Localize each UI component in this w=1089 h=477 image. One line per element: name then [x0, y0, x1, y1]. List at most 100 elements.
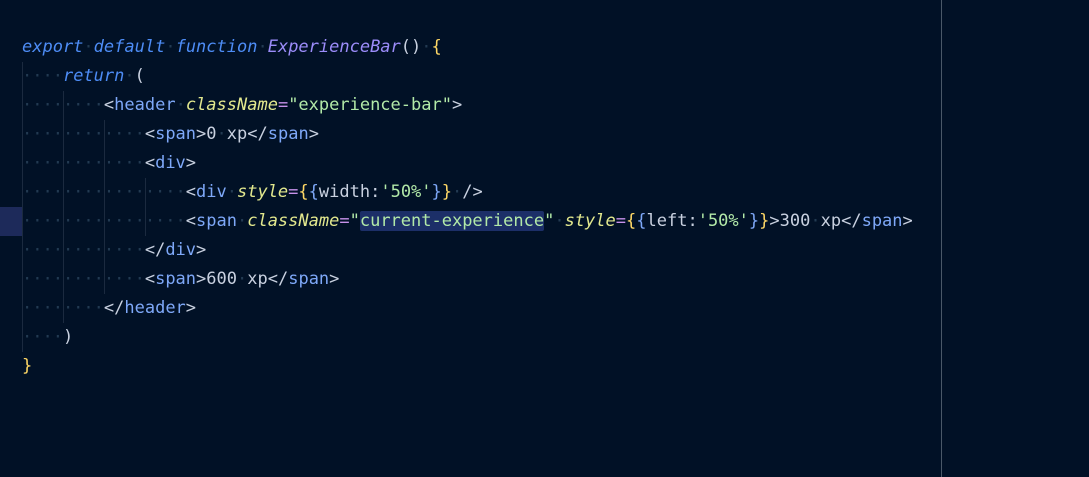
code-token: header	[114, 95, 176, 115]
code-token: </	[247, 124, 268, 144]
code-line[interactable]: export·default·function·ExperienceBar()·…	[0, 33, 1089, 62]
code-line[interactable]: ················<div·style={{width:'50%'…	[0, 178, 1089, 207]
code-token: div	[165, 240, 197, 260]
code-token: >	[451, 95, 463, 115]
code-token: {	[298, 182, 309, 202]
code-token: span	[288, 269, 330, 289]
code-text: ············</div>	[22, 236, 206, 265]
code-text: }	[22, 352, 32, 381]
code-token: ·	[421, 37, 432, 57]
code-token: ()	[400, 37, 422, 57]
code-token: function	[175, 37, 258, 57]
current-line-marker	[0, 207, 22, 236]
code-token: ·	[124, 66, 135, 86]
code-token: >	[308, 124, 319, 144]
code-token: ·	[226, 182, 237, 202]
code-token: =	[288, 182, 299, 202]
selected-text: current-experience	[359, 211, 545, 231]
code-text: ····return·(	[22, 62, 145, 91]
code-token: ·	[216, 124, 227, 144]
code-token: ·	[236, 211, 248, 231]
code-token: (	[134, 66, 145, 86]
code-token: ····	[22, 327, 63, 347]
code-token: }	[22, 356, 33, 376]
code-text: ····)	[22, 323, 73, 352]
code-text: ············<span>0·xp</span>	[22, 120, 319, 149]
code-token: '50%'	[380, 182, 432, 202]
code-text: ················<div·style={{width:'50%'…	[22, 178, 483, 207]
code-token: <	[103, 95, 115, 115]
code-token: ·	[175, 95, 186, 115]
code-token: ·	[83, 37, 94, 57]
code-line[interactable]: ········</header>	[0, 294, 1089, 323]
code-token: <	[144, 153, 156, 173]
code-token: <	[185, 182, 197, 202]
code-token: left:	[646, 211, 698, 231]
code-token: ·	[554, 211, 565, 231]
code-token: ExperienceBar	[267, 37, 401, 57]
code-text: ············<span>600·xp</span>	[22, 265, 339, 294]
code-token: export	[22, 37, 84, 57]
code-token: </	[103, 298, 125, 318]
code-token: <	[144, 124, 156, 144]
code-token: >	[185, 298, 197, 318]
code-token: "experience-bar"	[288, 95, 452, 115]
code-token: span	[267, 124, 309, 144]
code-token: style	[236, 182, 289, 202]
indent-guide	[145, 178, 146, 236]
code-token: }	[431, 182, 442, 202]
code-token: className	[185, 95, 278, 115]
code-text: export·default·function·ExperienceBar()·…	[22, 33, 442, 62]
code-token: >	[329, 269, 340, 289]
code-token: 0	[206, 124, 217, 144]
code-line[interactable]: ············</div>	[0, 236, 1089, 265]
indent-guide	[104, 120, 105, 294]
code-token: </	[144, 240, 166, 260]
code-token: ·	[237, 269, 248, 289]
code-token: {	[308, 182, 319, 202]
code-line[interactable]: ················<span·className="current…	[0, 207, 1089, 236]
code-token: </	[267, 269, 289, 289]
code-token: =	[277, 95, 289, 115]
code-token: span	[861, 211, 903, 231]
code-token: ·	[810, 211, 821, 231]
code-token: ············	[22, 124, 145, 144]
code-token: >	[185, 153, 197, 173]
code-line[interactable]: }	[0, 352, 1089, 381]
code-line[interactable]: ············<span>600·xp</span>	[0, 265, 1089, 294]
code-token: xp	[820, 211, 842, 231]
code-token: ·	[452, 182, 463, 202]
code-line[interactable]: ····return·(	[0, 62, 1089, 91]
code-line[interactable]: ············<span>0·xp</span>	[0, 120, 1089, 149]
code-token: width:	[318, 182, 381, 202]
code-token: span	[155, 124, 197, 144]
code-token: div	[196, 182, 227, 202]
code-token: <	[144, 269, 156, 289]
code-token: style	[564, 211, 616, 231]
code-token: 300	[779, 211, 811, 231]
code-token: div	[155, 153, 186, 173]
code-text: ················<span·className="current…	[22, 207, 913, 236]
code-editor[interactable]: export·default·function·ExperienceBar()·…	[0, 0, 1089, 477]
code-token: ·	[165, 37, 176, 57]
code-token: "	[349, 211, 360, 231]
code-token: <	[185, 211, 197, 231]
code-token: >	[196, 240, 207, 260]
code-token: =	[339, 211, 350, 231]
code-line[interactable]: ····)	[0, 323, 1089, 352]
code-token: >	[196, 269, 207, 289]
code-token: {	[431, 37, 442, 57]
code-line[interactable]: ········<header·className="experience-ba…	[0, 91, 1089, 120]
code-token: />	[462, 182, 483, 202]
code-token: ············	[22, 269, 145, 289]
code-token: span	[155, 269, 197, 289]
code-token: {	[636, 211, 647, 231]
code-text: ········</header>	[22, 294, 196, 323]
code-token: }	[759, 211, 770, 231]
code-token: xp	[226, 124, 248, 144]
code-token: 600	[206, 269, 237, 289]
code-token: '50%'	[697, 211, 749, 231]
code-token: ·	[257, 37, 268, 57]
code-line[interactable]: ············<div>	[0, 149, 1089, 178]
code-token: ············	[22, 153, 145, 173]
